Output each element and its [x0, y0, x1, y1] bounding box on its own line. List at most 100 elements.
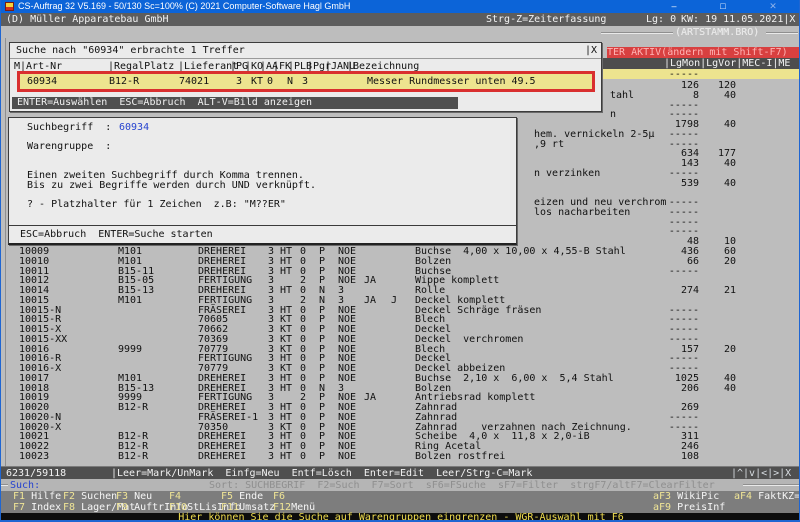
window-titlebar: CS-Auftrag 32 V5.169 - 50/130 Sc=100% (C…: [1, 0, 800, 13]
fkey-action: Suchen: [75, 491, 117, 502]
table-row[interactable]: 10014B15-13DREHEREI3HT0N3Rolle27421: [1, 285, 800, 295]
table-row[interactable]: 100169999707793KT0PNOEBlech15720: [1, 344, 800, 354]
frame-border-line: [601, 32, 673, 34]
browse-file-label: (ARTSTAMM.BRO): [675, 28, 759, 38]
table-row[interactable]: 10015-NFRÄSEREI3HT0PNOEDeckel Schräge fr…: [1, 305, 800, 315]
table-row[interactable]: 10015-R706053KT0PNOEBlech-----: [1, 314, 800, 324]
cell-ko: HT: [280, 451, 292, 462]
lg-indicator: Lg: 0: [646, 13, 676, 26]
result-cell: KT: [251, 76, 263, 87]
result-cell: N: [287, 76, 293, 87]
divider: [9, 225, 516, 226]
table-row[interactable]: 100199999FERTIGUNG32PNOEJAAntriebsrad ko…: [1, 392, 800, 402]
fkey-f3[interactable]: F3 Neu: [116, 491, 152, 502]
fkey-action: FaktKZ=: [752, 491, 800, 502]
cell-fk: P: [319, 451, 325, 462]
status-bar: 6231/59118 |Leer=Mark/UnMark Einfg=Neu E…: [1, 466, 800, 479]
search-key-hints: ESC=Abbruch ENTER=Suche starten: [20, 230, 213, 240]
fkey-af4[interactable]: aF4 FaktKZ=: [734, 491, 800, 502]
table-row[interactable]: 10021B12-RDREHEREI3HT0PNOEScheibe 4,0 x …: [1, 431, 800, 441]
table-row[interactable]: 10018B15-13DREHEREI3HT0N3Bolzen20640: [1, 383, 800, 393]
table-row[interactable]: 10015-XX703693KT0PNOEDeckel verchromen--…: [1, 334, 800, 344]
fkey-af9[interactable]: aF9 PreisInf: [653, 502, 725, 513]
stock-prev-cell: 40: [700, 178, 736, 189]
table-header-right: |LgMon|LgVor|MEC-I|ME: [602, 58, 800, 69]
fkey-f2[interactable]: F2 Suchen: [63, 491, 117, 502]
table-row[interactable]: 10020B12-RDREHEREI3HT0PNOEZahnrad269: [1, 402, 800, 412]
result-cell: 74021: [179, 76, 209, 87]
table-row[interactable]: 10022B12-RDREHEREI3HT0PNOERing Acetal246: [1, 441, 800, 451]
table-row[interactable]: 10015-X706623KT0PNOEDeckel-----: [1, 324, 800, 334]
cell-art: 10023: [19, 451, 49, 462]
table-row[interactable]: 10017M101DREHEREI3HT0PNOEBuchse 2,10 x 6…: [1, 373, 800, 383]
fkey-label: F3: [116, 491, 128, 502]
stock-month-cell: 539: [659, 178, 699, 189]
table-row[interactable]: 10016-X707793KT0PNOEDeckel abbeizen-----: [1, 363, 800, 373]
result-cell: 3: [236, 76, 242, 87]
table-row[interactable]: 10010M101DREHEREI3HT0PNOEBolzen6620: [1, 256, 800, 266]
fkey-action: WikiPic: [671, 491, 719, 502]
fkey-label: F5: [221, 491, 233, 502]
fkey-af3[interactable]: aF3 WikiPic: [653, 491, 719, 502]
fkey-label: F6: [273, 491, 285, 502]
filter-active-banner: TER AKTIV(ändern mit Shift-F7): [607, 47, 799, 58]
table-row[interactable]: 10023 B12-R DREHEREI 3 HT 0 P NOE Bolzen rostfre…: [1, 451, 800, 461]
results-footer-bar: ENTER=Auswählen ESC=Abbruch ALT-V=Bild a…: [12, 97, 458, 109]
fkey-f6[interactable]: F6: [273, 491, 285, 502]
fkey-label: aF9: [653, 502, 671, 513]
table-row[interactable]: 10020-X703503KT0PNOEZahnrad verzahnen na…: [1, 422, 800, 432]
fkey-label: F8: [63, 502, 75, 513]
dialog-title: Suche nach "60934" erbrachte 1 Treffer: [16, 46, 245, 56]
calendar-week-date: KW: 19 11.05.2021|X: [681, 13, 795, 26]
cell-bez: Bolzen rostfrei: [415, 451, 505, 462]
fkey-f1[interactable]: F1 Hilfe: [13, 491, 61, 502]
table-row[interactable]: 10020-NFRÄSEREI-13HT0PNOEZahnrad-----: [1, 412, 800, 422]
fkey-f7[interactable]: F7 Index: [13, 502, 61, 513]
table-row[interactable]: 10016-RFERTIGUNG3HT0PNOEDeckel-----: [1, 353, 800, 363]
fkey-label: F1: [13, 491, 25, 502]
hint-message-bar: Hier können Sie die Suche auf Warengrupp…: [1, 513, 800, 522]
result-cell: B12-R: [109, 76, 139, 87]
cell-plb: NOE: [338, 451, 356, 462]
app-icon: [5, 2, 14, 11]
time-tracking-hint: Strg-Z=Zeiterfassung: [486, 13, 606, 26]
fkey-f4[interactable]: F4: [169, 491, 181, 502]
fkey-f5[interactable]: F5 Ende: [221, 491, 263, 502]
sort-bar: Such: Sort: SUCHBEGRIF F2=Such F7=Sort s…: [1, 479, 800, 491]
cell-aa: 0: [300, 451, 306, 462]
search-term-label: Suchbegriff :: [27, 123, 111, 133]
result-cell: 60934: [27, 76, 57, 87]
cell-lief: DREHEREI: [198, 451, 246, 462]
fkey-label: F7: [13, 502, 25, 513]
maximize-button[interactable]: □: [716, 0, 730, 13]
table-row[interactable]: 10012B15-05FERTIGUNG32PNOEJAWippe komple…: [1, 275, 800, 285]
search-hint-wildcard: ? - Platzhalter für 1 Zeichen z.B: "M??E…: [27, 200, 286, 210]
fkey-label: F2: [63, 491, 75, 502]
frame-border-line: [1, 484, 8, 486]
company-name: (D) Müller Apparatebau GmbH: [6, 13, 169, 26]
results-key-hints: ENTER=Auswählen ESC=Abbruch ALT-V=Bild a…: [17, 97, 312, 109]
result-cell: 0: [267, 76, 273, 87]
dialog-close-icon[interactable]: |X: [585, 46, 597, 56]
fkey-action: Hilfe: [25, 491, 61, 502]
fkey-label: F4: [169, 491, 181, 502]
table-row[interactable]: 10009M101DREHEREI3HT0PNOEBuchse 4,00 x 1…: [1, 246, 800, 256]
product-group-label: Warengruppe :: [27, 142, 111, 152]
minimize-button[interactable]: –: [667, 0, 681, 13]
table-row[interactable]: 10015M101FERTIGUNG32N3JAJDeckel komplett: [1, 295, 800, 305]
result-row-selected[interactable]: 60934B12-R740213KT0N3Messer Rundmesser u…: [17, 71, 595, 92]
search-term-input[interactable]: 60934: [119, 123, 149, 133]
function-key-bar-1: F1 HilfeF2 SuchenF3 Neu F4 F5 Ende F6 aF3 Wi…: [1, 491, 800, 502]
frame-border-line: [743, 484, 799, 486]
close-button[interactable]: ✕: [766, 0, 780, 13]
application-window: CS-Auftrag 32 V5.169 - 50/130 Sc=100% (C…: [0, 0, 800, 522]
window-title: CS-Auftrag 32 V5.169 - 50/130 Sc=100% (C…: [18, 0, 350, 13]
frame-border-line: [766, 32, 798, 34]
fkey-label: aF3: [653, 491, 671, 502]
search-dialog: Suchbegriff : 60934 Warengruppe : Einen …: [8, 117, 517, 245]
table-cursor-row[interactable]: -----: [602, 69, 800, 79]
cell-regal: B12-R: [118, 451, 148, 462]
cell-pg: 3: [268, 451, 274, 462]
table-row[interactable]: 10011B15-11DREHEREI3HT0PNOEBuchse-----: [1, 266, 800, 276]
result-cell: Messer Rundmesser unten 49.5: [367, 76, 536, 87]
